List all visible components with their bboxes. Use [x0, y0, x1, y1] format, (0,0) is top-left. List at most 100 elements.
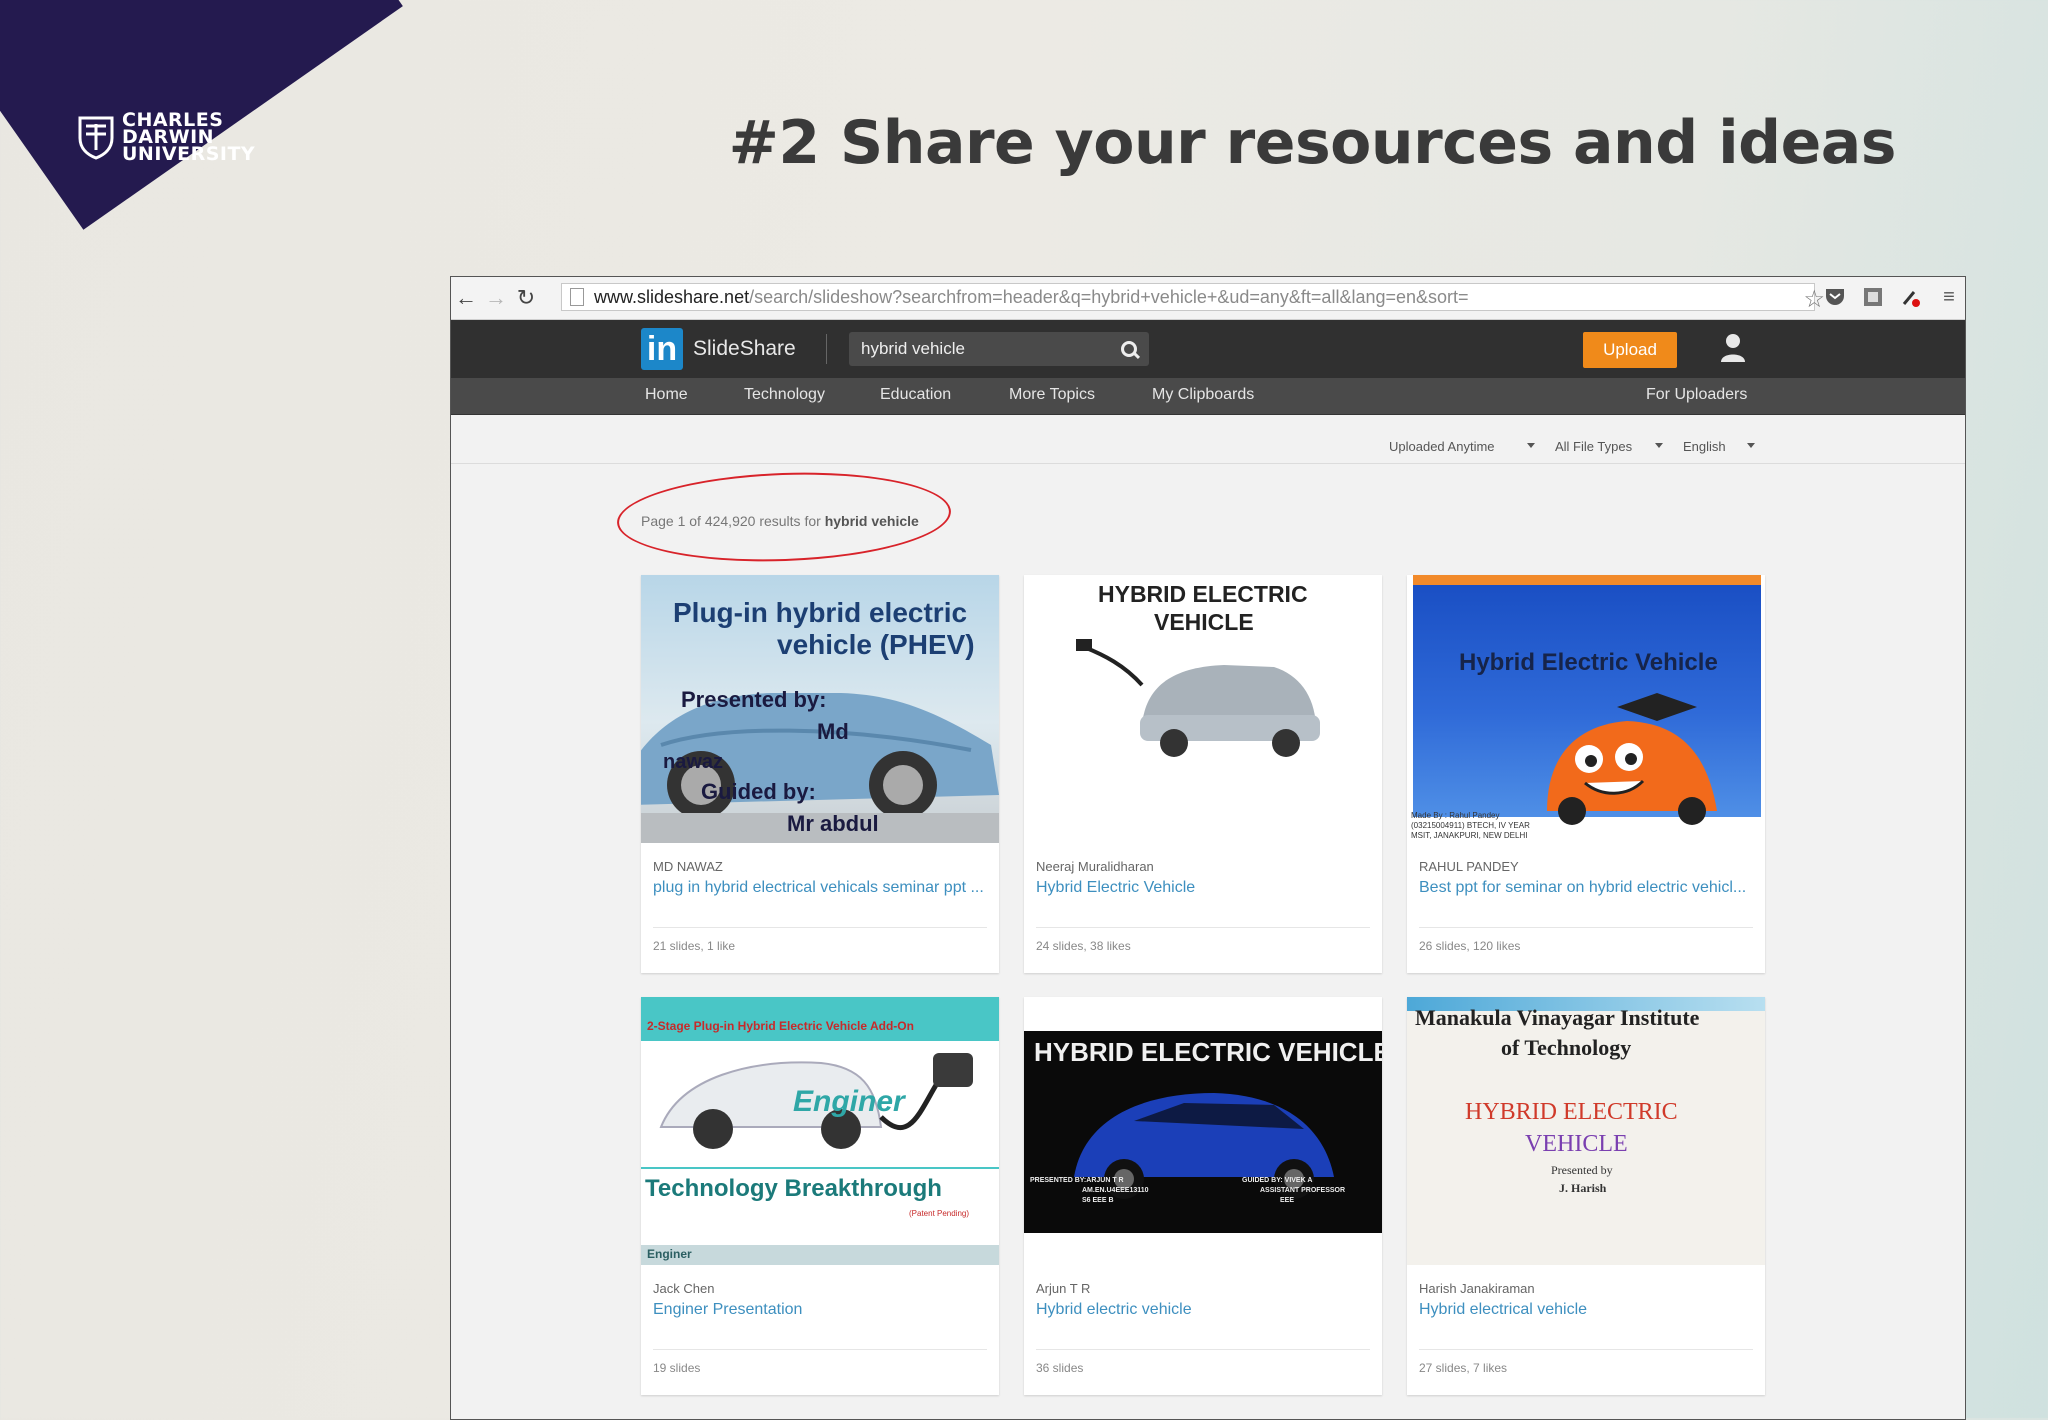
car-plug-image [659, 1053, 973, 1149]
slideshare-logo[interactable]: in SlideShare [641, 328, 796, 370]
slide-title: #2 Share your resources and ideas [728, 108, 1897, 178]
browser-window: ← → ↻ www.slideshare.net/search/slidesho… [450, 276, 1966, 1420]
card-author[interactable]: Neeraj Muralidharan [1036, 859, 1154, 874]
nav-more-topics[interactable]: More Topics [1009, 386, 1095, 404]
card-divider [1036, 1349, 1370, 1350]
thumb-text: S6 EEE B [1082, 1197, 1114, 1204]
slideshare-header: in SlideShare hybrid vehicle Upload [451, 320, 1965, 378]
thumb-text: ASSISTANT PROFESSOR [1260, 1187, 1346, 1194]
thumb-text: EEE [1280, 1197, 1295, 1204]
slide-thumbnail[interactable]: HYBRID ELECTRIC VEHICLE [1024, 575, 1382, 843]
card-author[interactable]: Arjun T R [1036, 1281, 1090, 1296]
search-value: hybrid vehicle [861, 339, 965, 358]
back-arrow-icon[interactable]: ← [451, 283, 481, 313]
chevron-down-icon[interactable] [1747, 443, 1755, 448]
nav-my-clipboards[interactable]: My Clipboards [1152, 386, 1254, 404]
card-title[interactable]: Hybrid electric vehicle [1036, 1301, 1370, 1319]
main-nav: Home Technology Education More Topics My… [451, 378, 1965, 415]
card-title[interactable]: Hybrid electrical vehicle [1419, 1301, 1753, 1319]
nav-for-uploaders[interactable]: For Uploaders [1646, 386, 1747, 404]
thumb-text: PRESENTED BY:ARJUN T R [1030, 1177, 1124, 1184]
card-title[interactable]: plug in hybrid electrical vehicals semin… [653, 879, 987, 897]
card-title[interactable]: Best ppt for seminar on hybrid electric … [1419, 879, 1753, 897]
slide-thumbnail[interactable]: 2-Stage Plug-in Hybrid Electric Vehicle … [641, 997, 999, 1265]
thumb-text: Presented by [1551, 1163, 1613, 1177]
card-author[interactable]: RAHUL PANDEY [1419, 859, 1519, 874]
thumb-text: nawaz [663, 751, 724, 773]
nav-education[interactable]: Education [880, 386, 951, 404]
result-card[interactable]: HYBRID ELECTRIC VEHICLE Neeraj Muralidha… [1024, 575, 1382, 973]
thumb-text: Plug-in hybrid electric [673, 597, 968, 628]
chevron-down-icon[interactable] [1527, 443, 1535, 448]
slide-thumbnail[interactable]: Hybrid Electric Vehicle Made By : Rahul … [1407, 575, 1765, 843]
card-author[interactable]: Jack Chen [653, 1281, 714, 1296]
shield-icon [78, 116, 114, 160]
brand-name: SlideShare [693, 337, 796, 360]
url-path: /search/slideshow?searchfrom=header&q=hy… [749, 286, 1469, 307]
thumb-text: HYBRID ELECTRIC [1465, 1099, 1678, 1125]
nav-home[interactable]: Home [645, 386, 688, 404]
cartoon-car-image [1547, 693, 1717, 825]
forward-arrow-icon[interactable]: → [481, 283, 511, 313]
menu-icon[interactable]: ≡ [1937, 285, 1961, 309]
thumb-text: (Patent Pending) [909, 1209, 970, 1218]
filter-file-type[interactable]: All File Types [1555, 439, 1632, 454]
card-divider [653, 927, 987, 928]
card-author[interactable]: MD NAWAZ [653, 859, 723, 874]
thumb-text: Mr abdul [787, 811, 879, 836]
slide-thumbnail[interactable]: HYBRID ELECTRIC VEHICLE PRESENTED BY:ARJ… [1024, 997, 1382, 1265]
url-host: www.slideshare.net [594, 286, 750, 307]
card-stats: 19 slides [653, 1361, 701, 1375]
filter-language[interactable]: English [1683, 439, 1726, 454]
filter-date[interactable]: Uploaded Anytime [1389, 439, 1495, 454]
linkedin-logo: in [641, 328, 683, 370]
eyedropper-icon[interactable] [1899, 285, 1923, 309]
nav-technology[interactable]: Technology [744, 386, 825, 404]
thumb-text: Presented by: [681, 687, 827, 712]
thumb-text: J. Harish [1559, 1181, 1607, 1195]
slide-thumbnail[interactable]: Plug-in hybrid electric vehicle (PHEV) P… [641, 575, 999, 843]
thumb-text: Technology Breakthrough [645, 1175, 942, 1202]
result-card[interactable]: HYBRID ELECTRIC VEHICLE PRESENTED BY:ARJ… [1024, 997, 1382, 1395]
thumb-text: Made By : Rahul Pandey [1411, 811, 1500, 820]
filter-bar: Uploaded Anytime All File Types English [451, 439, 1965, 454]
card-title[interactable]: Enginer Presentation [653, 1301, 987, 1319]
pocket-icon[interactable] [1823, 285, 1847, 309]
bookmark-star-icon[interactable]: ☆ [1803, 285, 1825, 314]
university-name: CHARLES DARWIN UNIVERSITY [122, 109, 256, 165]
thumb-divider [641, 1167, 999, 1169]
slide-thumbnail[interactable]: Manakula Vinayagar Institute of Technolo… [1407, 997, 1765, 1265]
result-card[interactable]: Hybrid Electric Vehicle Made By : Rahul … [1407, 575, 1765, 973]
thumb-text: Md [817, 719, 849, 744]
result-card[interactable]: 2-Stage Plug-in Hybrid Electric Vehicle … [641, 997, 999, 1395]
chevron-down-icon[interactable] [1655, 443, 1663, 448]
thumb-text: VEHICLE [1525, 1131, 1628, 1157]
card-divider [1419, 1349, 1753, 1350]
upload-button[interactable]: Upload [1583, 332, 1677, 368]
user-icon[interactable] [1719, 332, 1747, 364]
card-title[interactable]: Hybrid Electric Vehicle [1036, 879, 1370, 897]
browser-toolbar: ← → ↻ www.slideshare.net/search/slidesho… [451, 277, 1965, 320]
search-icon[interactable] [1121, 341, 1137, 357]
result-card[interactable]: Manakula Vinayagar Institute of Technolo… [1407, 997, 1765, 1395]
car-plug-image [1076, 639, 1320, 757]
thumb-text: vehicle (PHEV) [777, 629, 975, 660]
result-card[interactable]: Plug-in hybrid electric vehicle (PHEV) P… [641, 575, 999, 973]
reload-icon[interactable]: ↻ [511, 283, 541, 313]
thumb-text: Guided by: [701, 779, 816, 804]
thumb-text: GUIDED BY: VIVEK A [1242, 1177, 1313, 1184]
thumb-text: Manakula Vinayagar Institute [1415, 1005, 1700, 1030]
blue-car-image [1074, 1093, 1334, 1199]
card-divider [653, 1349, 987, 1350]
search-input[interactable]: hybrid vehicle [849, 332, 1149, 366]
extension-icon[interactable] [1861, 285, 1885, 309]
card-stats: 26 slides, 120 likes [1419, 939, 1521, 953]
card-stats: 21 slides, 1 like [653, 939, 736, 953]
thumb-text: of Technology [1501, 1035, 1632, 1060]
card-stats: 27 slides, 7 likes [1419, 1361, 1508, 1375]
thumb-footer-bar [641, 1245, 999, 1265]
thumb-text: Enginer [647, 1247, 692, 1261]
thumb-text: MSIT, JANAKPURI, NEW DELHI [1411, 831, 1528, 840]
address-bar[interactable]: www.slideshare.net/search/slideshow?sear… [561, 283, 1815, 311]
card-author[interactable]: Harish Janakiraman [1419, 1281, 1535, 1296]
